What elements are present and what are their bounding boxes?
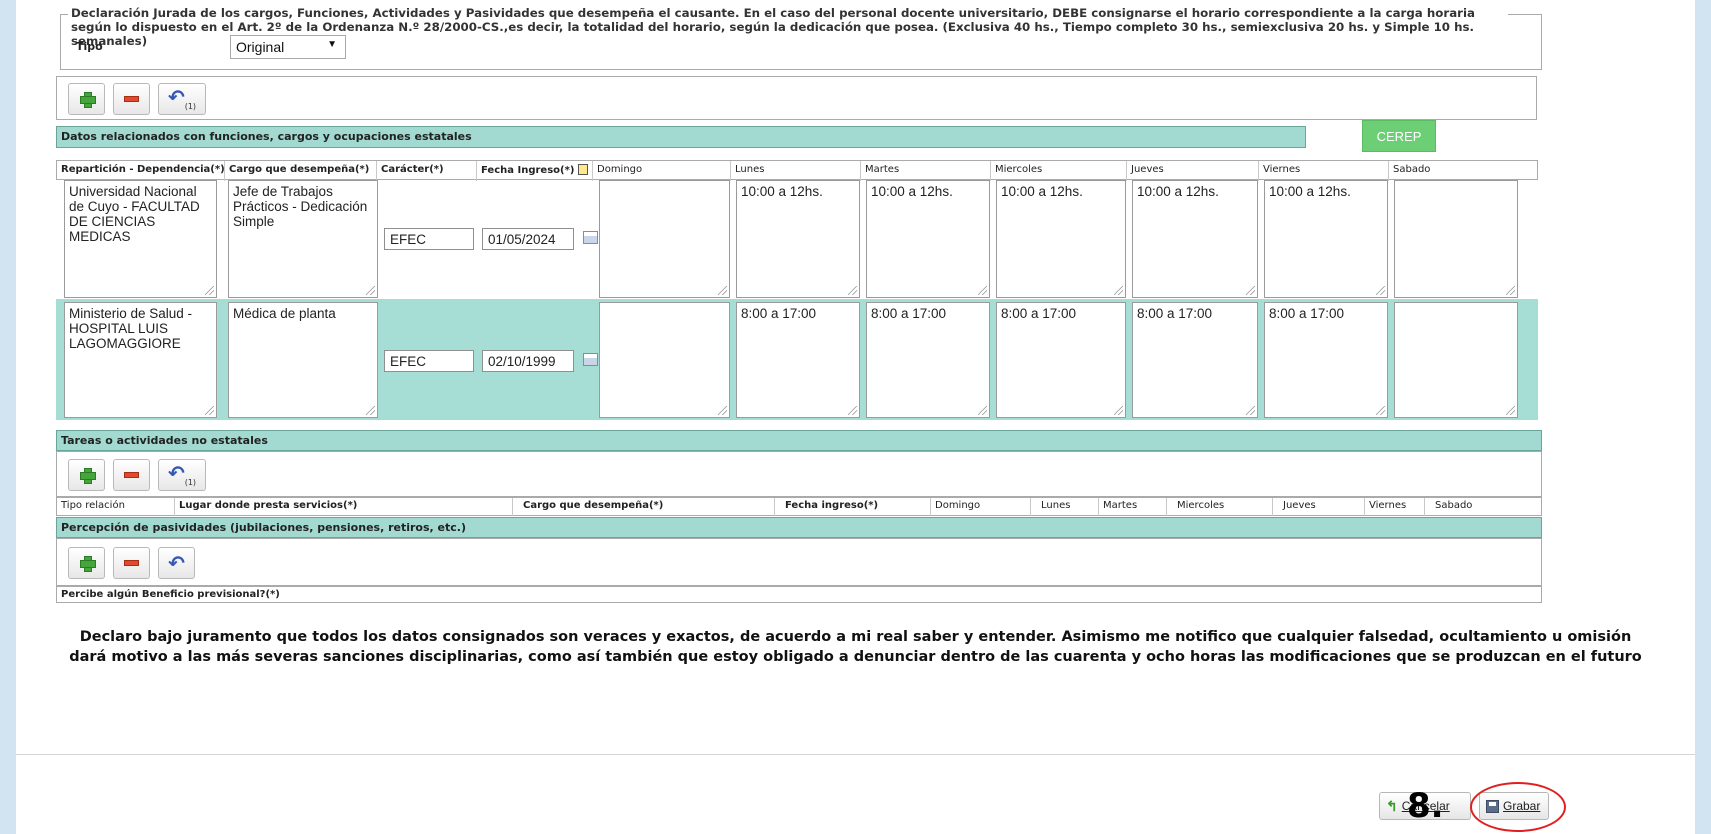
col-martes: Martes bbox=[861, 161, 991, 181]
sabado-field[interactable] bbox=[1394, 302, 1518, 418]
sabado-field[interactable] bbox=[1394, 180, 1518, 298]
pasividades-section-title: Percepción de pasividades (jubilaciones,… bbox=[56, 517, 1542, 538]
estatales-header-row: Repartición - Dependencia(*) Cargo que d… bbox=[56, 160, 1538, 181]
domingo-field[interactable] bbox=[599, 302, 730, 418]
undo-count: (1) bbox=[184, 102, 197, 111]
col-beneficio-previsional: Percibe algún Beneficio previsional?(*) bbox=[61, 589, 280, 600]
pasividades-header-row: Percibe algún Beneficio previsional?(*) bbox=[56, 586, 1542, 603]
miercoles-field[interactable]: 10:00 a 12hs. bbox=[996, 180, 1126, 298]
cerep-button[interactable]: CEREP bbox=[1362, 120, 1436, 152]
lunes-field[interactable]: 10:00 a 12hs. bbox=[736, 180, 860, 298]
declaracion-line-2: dará motivo a las más severas sanciones … bbox=[69, 649, 1642, 665]
lunes-field[interactable]: 8:00 a 17:00 bbox=[736, 302, 860, 418]
caracter-input[interactable]: EFEC bbox=[384, 228, 474, 250]
calendar-icon[interactable] bbox=[583, 353, 598, 366]
col-miercoles: Miercoles bbox=[991, 161, 1127, 181]
step-annotation: 8. bbox=[1407, 786, 1444, 826]
plus-icon bbox=[79, 92, 96, 108]
add-row-button[interactable] bbox=[68, 83, 105, 115]
fecha-input[interactable]: 01/05/2024 bbox=[482, 228, 574, 250]
col-fecha-ingreso: Fecha ingreso(*) bbox=[775, 498, 931, 516]
edit-note-icon[interactable] bbox=[577, 164, 588, 175]
plus-icon bbox=[79, 556, 96, 572]
domingo-field[interactable] bbox=[599, 180, 730, 298]
estatales-toolbar: ↶(1) bbox=[56, 76, 1537, 120]
undo-icon: ↶ bbox=[168, 551, 185, 575]
undo-icon: ↶(1) bbox=[167, 85, 197, 111]
annotation-circle bbox=[1470, 782, 1566, 832]
reparticion-field[interactable]: Ministerio de Salud - HOSPITAL LUIS LAGO… bbox=[64, 302, 217, 418]
col-sabado: Sabado bbox=[1393, 164, 1431, 175]
col-domingo: Domingo bbox=[593, 161, 731, 181]
cargo-field[interactable]: Médica de planta bbox=[228, 302, 378, 418]
col-domingo: Domingo bbox=[931, 498, 1031, 516]
col-jueves: Jueves bbox=[1273, 498, 1365, 516]
col-martes: Martes bbox=[1099, 498, 1167, 516]
col-cargo: Cargo que desempeña(*) bbox=[225, 161, 377, 181]
chevron-down-icon: ▼ bbox=[327, 39, 337, 50]
col-lugar: Lugar donde presta servicios(*) bbox=[175, 498, 513, 516]
jueves-field[interactable]: 8:00 a 17:00 bbox=[1132, 302, 1258, 418]
footer-divider bbox=[16, 754, 1695, 755]
col-reparticion: Repartición - Dependencia(*) bbox=[57, 161, 225, 181]
col-tipo-relacion: Tipo relación bbox=[57, 498, 175, 516]
caracter-input[interactable]: EFEC bbox=[384, 350, 474, 372]
no-estatales-section-title: Tareas o actividades no estatales bbox=[56, 430, 1542, 451]
undo-button[interactable]: ↶(1) bbox=[158, 459, 206, 491]
undo-button[interactable]: ↶(1) bbox=[158, 83, 206, 115]
minus-icon bbox=[124, 96, 139, 102]
tipo-select[interactable]: Original ▼ bbox=[230, 35, 346, 59]
miercoles-field[interactable]: 8:00 a 17:00 bbox=[996, 302, 1126, 418]
col-jueves: Jueves bbox=[1127, 161, 1259, 181]
col-sabado: Sabado bbox=[1435, 500, 1473, 511]
col-caracter: Carácter(*) bbox=[377, 161, 477, 181]
col-viernes: Viernes bbox=[1259, 161, 1389, 181]
undo-button[interactable]: ↶ bbox=[158, 547, 195, 579]
martes-field[interactable]: 8:00 a 17:00 bbox=[866, 302, 990, 418]
remove-row-button[interactable] bbox=[113, 547, 150, 579]
declaracion-line-1: Declaro bajo juramento que todos los dat… bbox=[79, 629, 1632, 645]
tipo-label: Tipo bbox=[76, 40, 103, 53]
viernes-field[interactable]: 8:00 a 17:00 bbox=[1264, 302, 1388, 418]
jueves-field[interactable]: 10:00 a 12hs. bbox=[1132, 180, 1258, 298]
viernes-field[interactable]: 10:00 a 12hs. bbox=[1264, 180, 1388, 298]
calendar-icon[interactable] bbox=[583, 231, 598, 244]
estatales-section-title: Datos relacionados con funciones, cargos… bbox=[56, 126, 1306, 148]
tipo-select-value: Original bbox=[236, 39, 285, 55]
add-row-button[interactable] bbox=[68, 459, 105, 491]
remove-row-button[interactable] bbox=[113, 459, 150, 491]
no-estatales-header-row: Tipo relación Lugar donde presta servici… bbox=[56, 497, 1542, 516]
reparticion-field[interactable]: Universidad Nacional de Cuyo - FACULTAD … bbox=[64, 180, 217, 298]
pasividades-toolbar: ↶ bbox=[56, 538, 1542, 586]
cargo-field[interactable]: Jefe de Trabajos Prácticos - Dedicación … bbox=[228, 180, 378, 298]
form-page: Declaración Jurada de los cargos, Funcio… bbox=[16, 0, 1695, 834]
col-fecha-ingreso-label: Fecha Ingreso(*) bbox=[481, 165, 575, 176]
col-viernes: Viernes bbox=[1365, 498, 1425, 516]
col-lunes: Lunes bbox=[1031, 498, 1099, 516]
add-row-button[interactable] bbox=[68, 547, 105, 579]
minus-icon bbox=[124, 560, 139, 566]
undo-icon: ↶(1) bbox=[167, 461, 197, 487]
remove-row-button[interactable] bbox=[113, 83, 150, 115]
col-miercoles: Miercoles bbox=[1167, 498, 1273, 516]
minus-icon bbox=[124, 472, 139, 478]
martes-field[interactable]: 10:00 a 12hs. bbox=[866, 180, 990, 298]
col-cargo: Cargo que desempeña(*) bbox=[513, 498, 775, 516]
col-fecha-ingreso: Fecha Ingreso(*) bbox=[477, 161, 593, 181]
no-estatales-toolbar: ↶(1) bbox=[56, 451, 1542, 497]
undo-count: (1) bbox=[184, 478, 197, 487]
plus-icon bbox=[79, 468, 96, 484]
back-arrow-icon: ↰ bbox=[1386, 797, 1398, 814]
col-lunes: Lunes bbox=[731, 161, 861, 181]
fecha-input[interactable]: 02/10/1999 bbox=[482, 350, 574, 372]
